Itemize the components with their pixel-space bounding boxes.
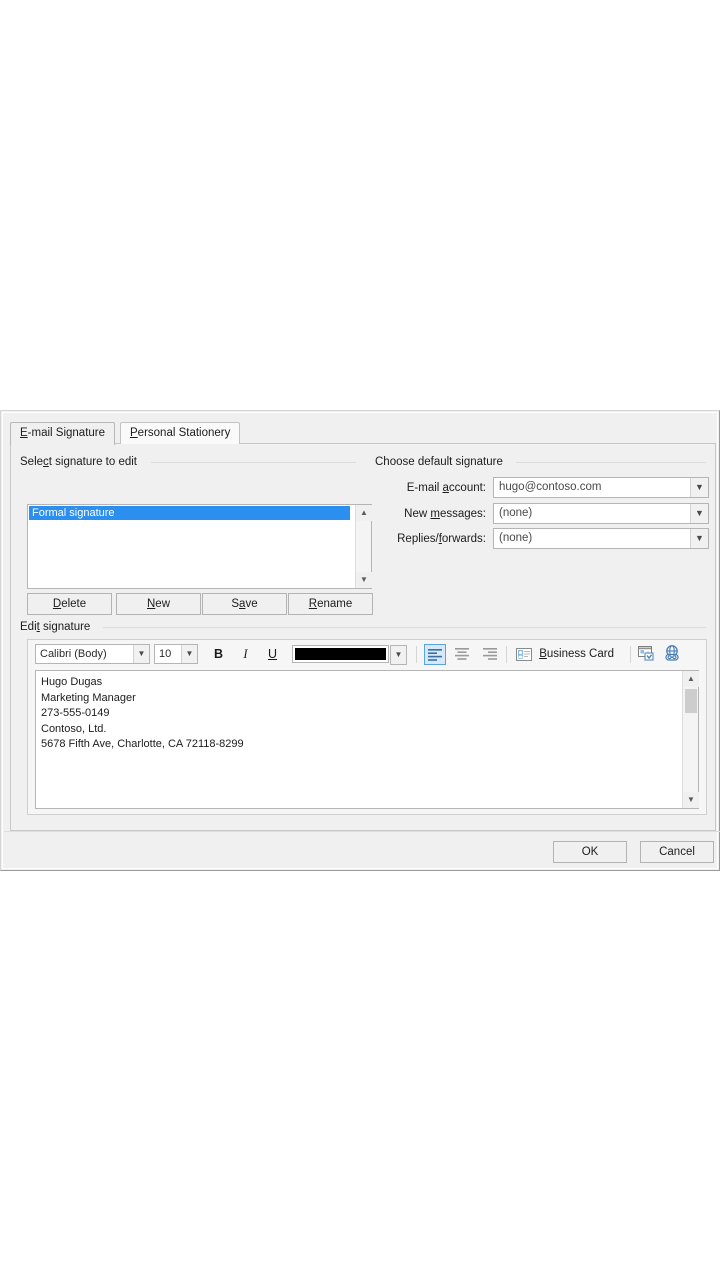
edit-signature-group-label: Edit signature bbox=[20, 621, 97, 633]
chevron-down-icon[interactable]: ▼ bbox=[690, 478, 708, 497]
list-item-formal-signature[interactable]: Formal signature bbox=[29, 506, 350, 520]
align-left-button[interactable] bbox=[424, 644, 446, 665]
align-right-button[interactable] bbox=[480, 644, 502, 665]
underline-button[interactable]: U bbox=[262, 644, 283, 665]
new-button[interactable]: New bbox=[116, 593, 201, 615]
scroll-down-icon[interactable]: ▼ bbox=[683, 792, 699, 808]
email-account-label: E-mail account: bbox=[406, 482, 486, 494]
scroll-up-icon[interactable]: ▲ bbox=[683, 671, 699, 687]
insert-hyperlink-button[interactable] bbox=[662, 644, 686, 665]
toolbar-separator bbox=[506, 646, 507, 663]
editor-scrollbar[interactable]: ▲ ▼ bbox=[682, 671, 699, 808]
replies-forwards-label: Replies/forwards: bbox=[397, 533, 486, 545]
font-color-chevron-down-icon[interactable]: ▼ bbox=[390, 645, 407, 665]
align-center-button[interactable] bbox=[452, 644, 474, 665]
email-account-combo[interactable]: hugo@contoso.com ▼ bbox=[493, 477, 709, 498]
email-account-value: hugo@contoso.com bbox=[499, 481, 602, 493]
chevron-down-icon[interactable]: ▼ bbox=[133, 645, 149, 663]
scrollbar-thumb[interactable] bbox=[685, 689, 697, 713]
ok-button[interactable]: OK bbox=[553, 841, 627, 863]
signatures-and-stationery-dialog: E-mail Signature Personal Stationery Sel… bbox=[0, 410, 720, 871]
tab-email-signature[interactable]: E-mail Signature bbox=[10, 422, 116, 445]
new-messages-value: (none) bbox=[499, 507, 533, 519]
tab-email-signature-label: -mail Signature bbox=[27, 427, 106, 439]
edit-group-rule bbox=[103, 627, 706, 628]
business-card-button[interactable]: Business Card bbox=[516, 644, 614, 665]
font-family-value: Calibri (Body) bbox=[40, 648, 107, 660]
font-color-swatch bbox=[295, 648, 386, 660]
font-family-combo[interactable]: Calibri (Body) ▼ bbox=[35, 644, 150, 664]
default-signature-group-label: Choose default signature bbox=[375, 456, 509, 468]
italic-button[interactable]: I bbox=[235, 644, 256, 665]
default-group-rule bbox=[516, 462, 706, 463]
select-signature-group-label: Select signature to edit bbox=[20, 456, 144, 468]
formatting-toolbar: Calibri (Body) ▼ 10 ▼ B I U ▼ Business C… bbox=[28, 640, 706, 669]
font-color-button[interactable] bbox=[292, 645, 389, 663]
chevron-down-icon[interactable]: ▼ bbox=[690, 529, 708, 548]
font-size-value: 10 bbox=[159, 648, 172, 660]
chevron-down-icon[interactable]: ▼ bbox=[181, 645, 197, 663]
select-group-rule bbox=[151, 462, 356, 463]
save-button[interactable]: Save bbox=[202, 593, 287, 615]
business-card-icon bbox=[516, 648, 532, 661]
toolbar-separator bbox=[416, 646, 417, 663]
cancel-button[interactable]: Cancel bbox=[640, 841, 714, 863]
delete-button[interactable]: Delete bbox=[27, 593, 112, 615]
signature-listbox[interactable]: Formal signature ▲ ▼ bbox=[27, 504, 372, 589]
replies-forwards-combo[interactable]: (none) ▼ bbox=[493, 528, 709, 549]
tab-personal-stationery-label: ersonal Stationery bbox=[137, 427, 231, 439]
signature-editor[interactable]: Hugo Dugas Marketing Manager 273-555-014… bbox=[35, 670, 699, 809]
tab-page-email-signature: Select signature to edit Formal signatur… bbox=[10, 443, 716, 831]
toolbar-separator bbox=[630, 646, 631, 663]
new-messages-label: New messages: bbox=[404, 508, 486, 520]
bold-button[interactable]: B bbox=[208, 644, 229, 665]
rename-button[interactable]: Rename bbox=[288, 593, 373, 615]
signature-text-content[interactable]: Hugo Dugas Marketing Manager 273-555-014… bbox=[41, 675, 678, 753]
footer-divider bbox=[4, 831, 720, 832]
tabstrip: E-mail Signature Personal Stationery bbox=[10, 422, 716, 445]
dialog-inner-frame: E-mail Signature Personal Stationery Sel… bbox=[2, 412, 720, 869]
replies-forwards-value: (none) bbox=[499, 532, 533, 544]
insert-picture-button[interactable] bbox=[636, 644, 660, 665]
font-size-combo[interactable]: 10 ▼ bbox=[154, 644, 198, 664]
scroll-down-icon[interactable]: ▼ bbox=[356, 572, 372, 588]
edit-signature-panel: Calibri (Body) ▼ 10 ▼ B I U ▼ Business C… bbox=[27, 639, 707, 815]
chevron-down-icon[interactable]: ▼ bbox=[690, 504, 708, 523]
tab-personal-stationery[interactable]: Personal Stationery bbox=[120, 422, 241, 444]
new-messages-combo[interactable]: (none) ▼ bbox=[493, 503, 709, 524]
